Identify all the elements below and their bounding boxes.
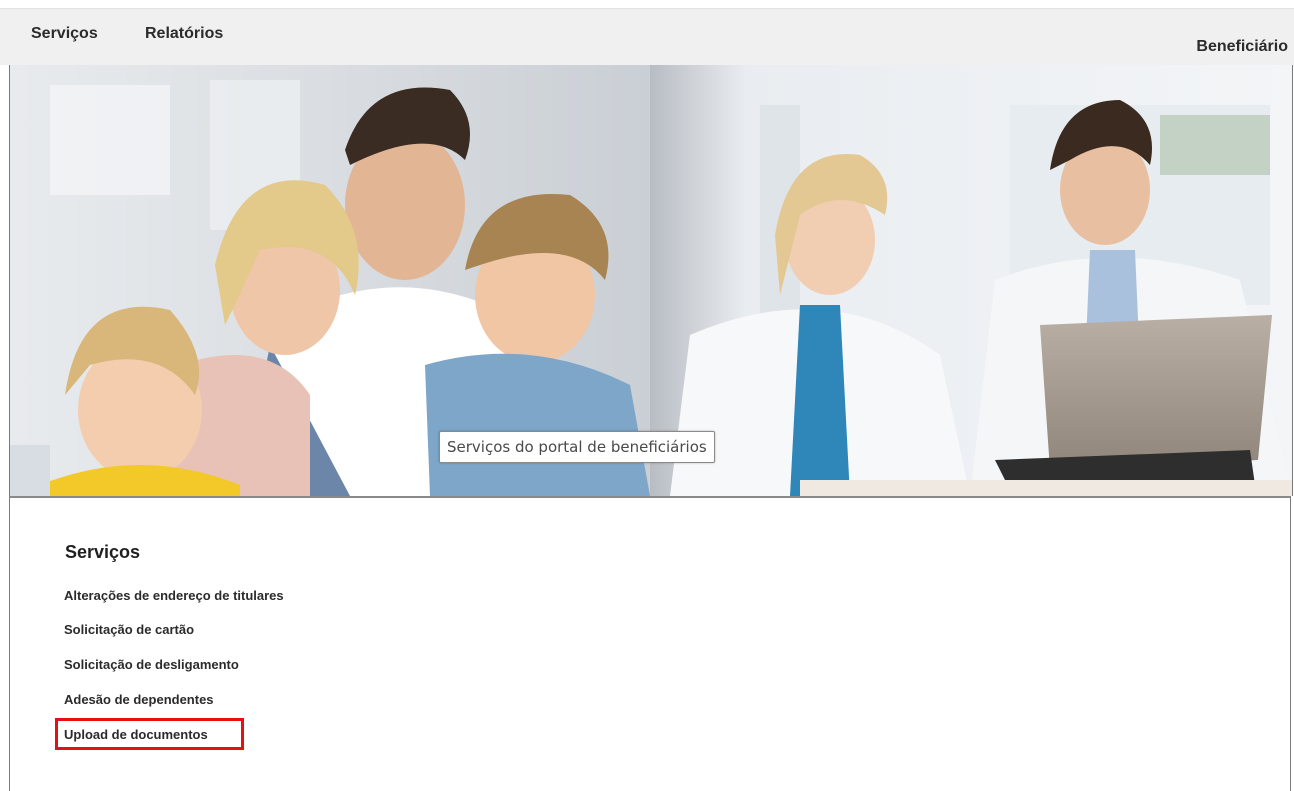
service-link-card-request[interactable]: Solicitação de cartão (64, 622, 194, 637)
service-link-address-change[interactable]: Alterações de endereço de titulares (64, 588, 284, 603)
services-section-title: Serviços (65, 542, 141, 562)
top-navigation-bar: Serviços Relatórios Beneficiário (0, 8, 1294, 65)
services-panel: Serviços Alterações de endereço de titul… (9, 496, 1291, 791)
highlight-box (55, 718, 244, 750)
hero-banner: Serviços do portal de beneficiários (9, 65, 1293, 496)
user-role-label[interactable]: Beneficiário (1196, 38, 1288, 56)
nav-relatorios[interactable]: Relatórios (145, 25, 223, 43)
service-link-disconnection-request[interactable]: Solicitação de desligamento (64, 657, 239, 672)
service-link-add-dependents[interactable]: Adesão de dependentes (64, 692, 214, 707)
nav-servicos[interactable]: Serviços (31, 25, 98, 43)
banner-caption: Serviços do portal de beneficiários (439, 431, 715, 463)
